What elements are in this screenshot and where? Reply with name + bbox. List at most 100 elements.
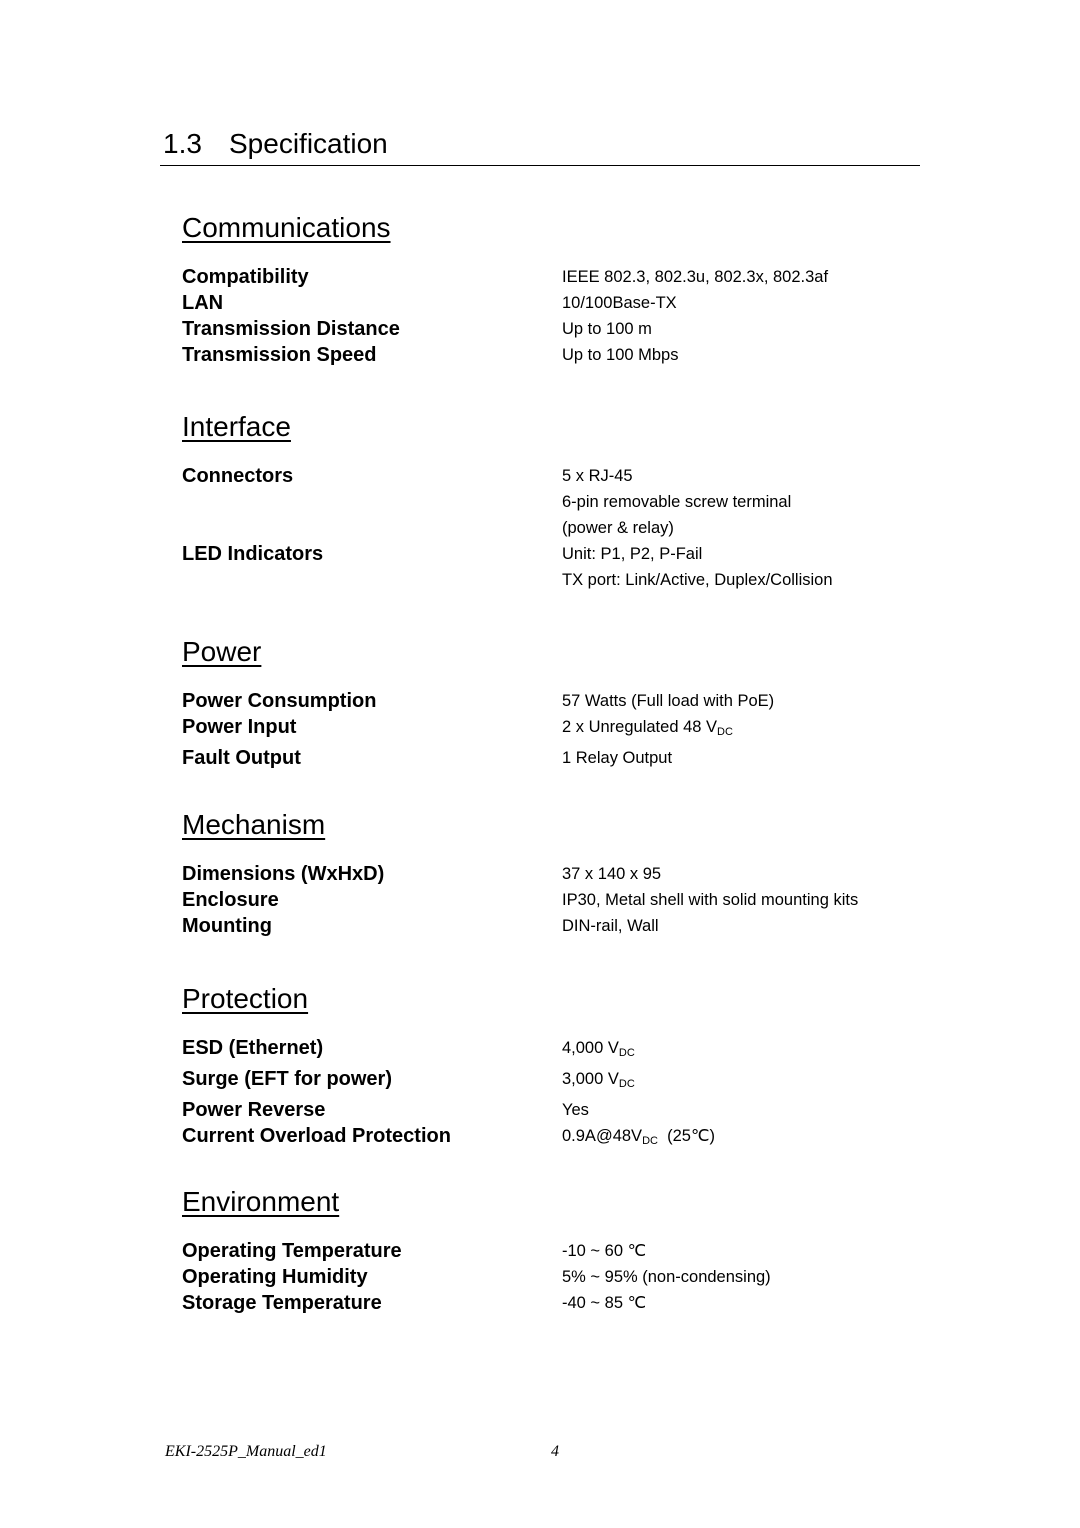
spec-label: ESD (Ethernet) bbox=[182, 1037, 324, 1059]
spec-value-suffix: (25℃) bbox=[657, 1127, 715, 1145]
footer-document-name: EKI-2525P_Manual_ed1 bbox=[165, 1443, 327, 1460]
spec-value-line: 5 x RJ-45 bbox=[562, 463, 791, 489]
spec-value: -40 ~ 85 ℃ bbox=[562, 1290, 646, 1316]
spec-value: Up to 100 m bbox=[562, 316, 652, 342]
spec-row: Operating Temperature -10 ~ 60 ℃ bbox=[182, 1238, 902, 1264]
spec-row: ESD (Ethernet) 4,000 VDC bbox=[182, 1035, 902, 1066]
spec-row: LAN 10/100Base-TX bbox=[182, 290, 902, 316]
spec-value-text: 0.9A@48V bbox=[562, 1127, 643, 1145]
spec-value-text: -40 ~ 85 ℃ bbox=[562, 1294, 647, 1312]
spec-value-line: 3,000 VDC bbox=[562, 1066, 635, 1097]
spec-value-line: (power & relay) bbox=[562, 515, 791, 541]
spec-value-text: 2 x Unregulated 48 V bbox=[562, 718, 718, 736]
unit-subscript: DC bbox=[717, 726, 733, 738]
spec-value-text: TX port: Link/Active, Duplex/Collision bbox=[562, 571, 833, 589]
spec-label: Surge (EFT for power) bbox=[182, 1068, 392, 1090]
spec-row: Compatibility IEEE 802.3, 802.3u, 802.3x,… bbox=[182, 264, 902, 290]
spec-value-line: Unit: P1, P2, P-Fail bbox=[562, 541, 833, 567]
spec-value: 5% ~ 95% (non-condensing) bbox=[562, 1264, 771, 1290]
spec-row: Transmission Distance Up to 100 m bbox=[182, 316, 902, 342]
spec-value-line: 4,000 VDC bbox=[562, 1035, 635, 1066]
spec-label: LAN bbox=[182, 292, 224, 314]
spec-value: IP30, Metal shell with solid mounting ki… bbox=[562, 887, 858, 913]
spec-value: 2 x Unregulated 48 VDC bbox=[562, 714, 733, 745]
spec-label: Transmission Distance bbox=[182, 318, 400, 340]
spec-value-line: -40 ~ 85 ℃ bbox=[562, 1290, 646, 1316]
spec-value-text: IEEE 802.3, 802.3u, 802.3x, 802.3af bbox=[562, 268, 829, 286]
spec-row: Power Consumption 57 Watts (Full load wit… bbox=[182, 688, 902, 714]
spec-row: Power Input 2 x Unregulated 48 VDC bbox=[182, 714, 902, 745]
spec-value: Yes bbox=[562, 1097, 589, 1123]
section-heading: Mechanism bbox=[182, 809, 326, 840]
spec-value: 4,000 VDC bbox=[562, 1035, 635, 1066]
spec-row: Current Overload Protection 0.9A@48VDC (2… bbox=[182, 1123, 902, 1154]
spec-value: 37 x 140 x 95 bbox=[562, 861, 661, 887]
spec-value-text: DIN-rail, Wall bbox=[562, 917, 659, 935]
spec-value: IEEE 802.3, 802.3u, 802.3x, 802.3af bbox=[562, 264, 828, 290]
spec-value-text: Up to 100 Mbps bbox=[562, 346, 679, 364]
spec-label: Dimensions (WxHxD) bbox=[182, 863, 385, 885]
section-environment: Environment Operating Temperature -10 ~ 60… bbox=[182, 1186, 902, 1316]
spec-value-line: 2 x Unregulated 48 VDC bbox=[562, 714, 733, 745]
spec-value-line: -10 ~ 60 ℃ bbox=[562, 1238, 646, 1264]
spec-value: 5 x RJ-45 6-pin removable screw terminal (… bbox=[562, 463, 791, 541]
spec-value: Unit: P1, P2, P-Fail TX port: Link/Active… bbox=[562, 541, 833, 593]
spec-label: Storage Temperature bbox=[182, 1292, 382, 1314]
spec-label: Connectors bbox=[182, 465, 294, 487]
spec-label: Enclosure bbox=[182, 889, 279, 911]
spec-row: Surge (EFT for power) 3,000 VDC bbox=[182, 1066, 902, 1097]
spec-value-line: Up to 100 m bbox=[562, 316, 652, 342]
unit-subscript: DC bbox=[642, 1135, 658, 1147]
spec-value-line: 1 Relay Output bbox=[562, 745, 672, 771]
section-interface: Interface Connectors 5 x RJ-45 6-pin remova… bbox=[182, 411, 902, 593]
spec-value-line: 57 Watts (Full load with PoE) bbox=[562, 688, 774, 714]
section-heading: Interface bbox=[182, 411, 291, 442]
spec-value-line: Up to 100 Mbps bbox=[562, 342, 678, 368]
spec-value-text: 4,000 V bbox=[562, 1039, 619, 1057]
spec-value-text: 5% ~ 95% (non-condensing) bbox=[562, 1268, 771, 1286]
spec-value-text: 3,000 V bbox=[562, 1070, 619, 1088]
spec-row: Enclosure IP30, Metal shell with solid mo… bbox=[182, 887, 902, 913]
spec-row: Mounting DIN-rail, Wall bbox=[182, 913, 902, 939]
spec-value-text: 6-pin removable screw terminal bbox=[562, 493, 792, 511]
spec-row: LED Indicators Unit: P1, P2, P-Fail TX por… bbox=[182, 541, 902, 593]
spec-value-line: 10/100Base-TX bbox=[562, 290, 677, 316]
spec-label: Transmission Speed bbox=[182, 344, 377, 366]
section-heading: Communications bbox=[182, 212, 391, 243]
spec-value-text: -10 ~ 60 ℃ bbox=[562, 1242, 647, 1260]
spec-label: Power Consumption bbox=[182, 690, 377, 712]
spec-value: Up to 100 Mbps bbox=[562, 342, 678, 368]
spec-value-line: 6-pin removable screw terminal bbox=[562, 489, 791, 515]
title-rule bbox=[160, 165, 920, 166]
spec-value-line: IEEE 802.3, 802.3u, 802.3x, 802.3af bbox=[562, 264, 828, 290]
spec-label: Compatibility bbox=[182, 266, 309, 288]
spec-value-line: IP30, Metal shell with solid mounting ki… bbox=[562, 887, 858, 913]
spec-row: Storage Temperature -40 ~ 85 ℃ bbox=[182, 1290, 902, 1316]
spec-value-text: 37 x 140 x 95 bbox=[562, 865, 662, 883]
spec-label: Fault Output bbox=[182, 747, 301, 769]
section-heading: Protection bbox=[182, 983, 309, 1014]
section-power: Power Power Consumption 57 Watts (Full loa… bbox=[182, 636, 902, 771]
spec-row: Operating Humidity 5% ~ 95% (non-condensi… bbox=[182, 1264, 902, 1290]
spec-value: 1 Relay Output bbox=[562, 745, 672, 771]
spec-value-line: DIN-rail, Wall bbox=[562, 913, 659, 939]
section-title: Specification bbox=[229, 128, 388, 159]
spec-label: Operating Humidity bbox=[182, 1266, 368, 1288]
unit-subscript: DC bbox=[618, 1078, 635, 1090]
spec-row: Connectors 5 x RJ-45 6-pin removable screw… bbox=[182, 463, 902, 541]
spec-value-text: 57 Watts (Full load with PoE) bbox=[562, 692, 775, 710]
spec-row: Dimensions (WxHxD) 37 x 140 x 95 bbox=[182, 861, 902, 887]
spec-label: Power Reverse bbox=[182, 1099, 326, 1121]
spec-value-line: 0.9A@48VDC (25℃) bbox=[562, 1123, 715, 1154]
spec-value-text: (power & relay) bbox=[562, 519, 674, 537]
spec-value-line: 5% ~ 95% (non-condensing) bbox=[562, 1264, 771, 1290]
section-number: 1.3 bbox=[163, 128, 202, 159]
section-protection: Protection ESD (Ethernet) 4,000 VDC Surge (… bbox=[182, 983, 902, 1154]
spec-value-line: Yes bbox=[562, 1097, 589, 1123]
spec-row: Fault Output 1 Relay Output bbox=[182, 745, 902, 771]
spec-value: DIN-rail, Wall bbox=[562, 913, 659, 939]
footer-page-number: 4 bbox=[551, 1443, 559, 1460]
spec-value-text: 1 Relay Output bbox=[562, 749, 673, 767]
spec-label: Power Input bbox=[182, 716, 297, 738]
spec-row: Power Reverse Yes bbox=[182, 1097, 902, 1123]
